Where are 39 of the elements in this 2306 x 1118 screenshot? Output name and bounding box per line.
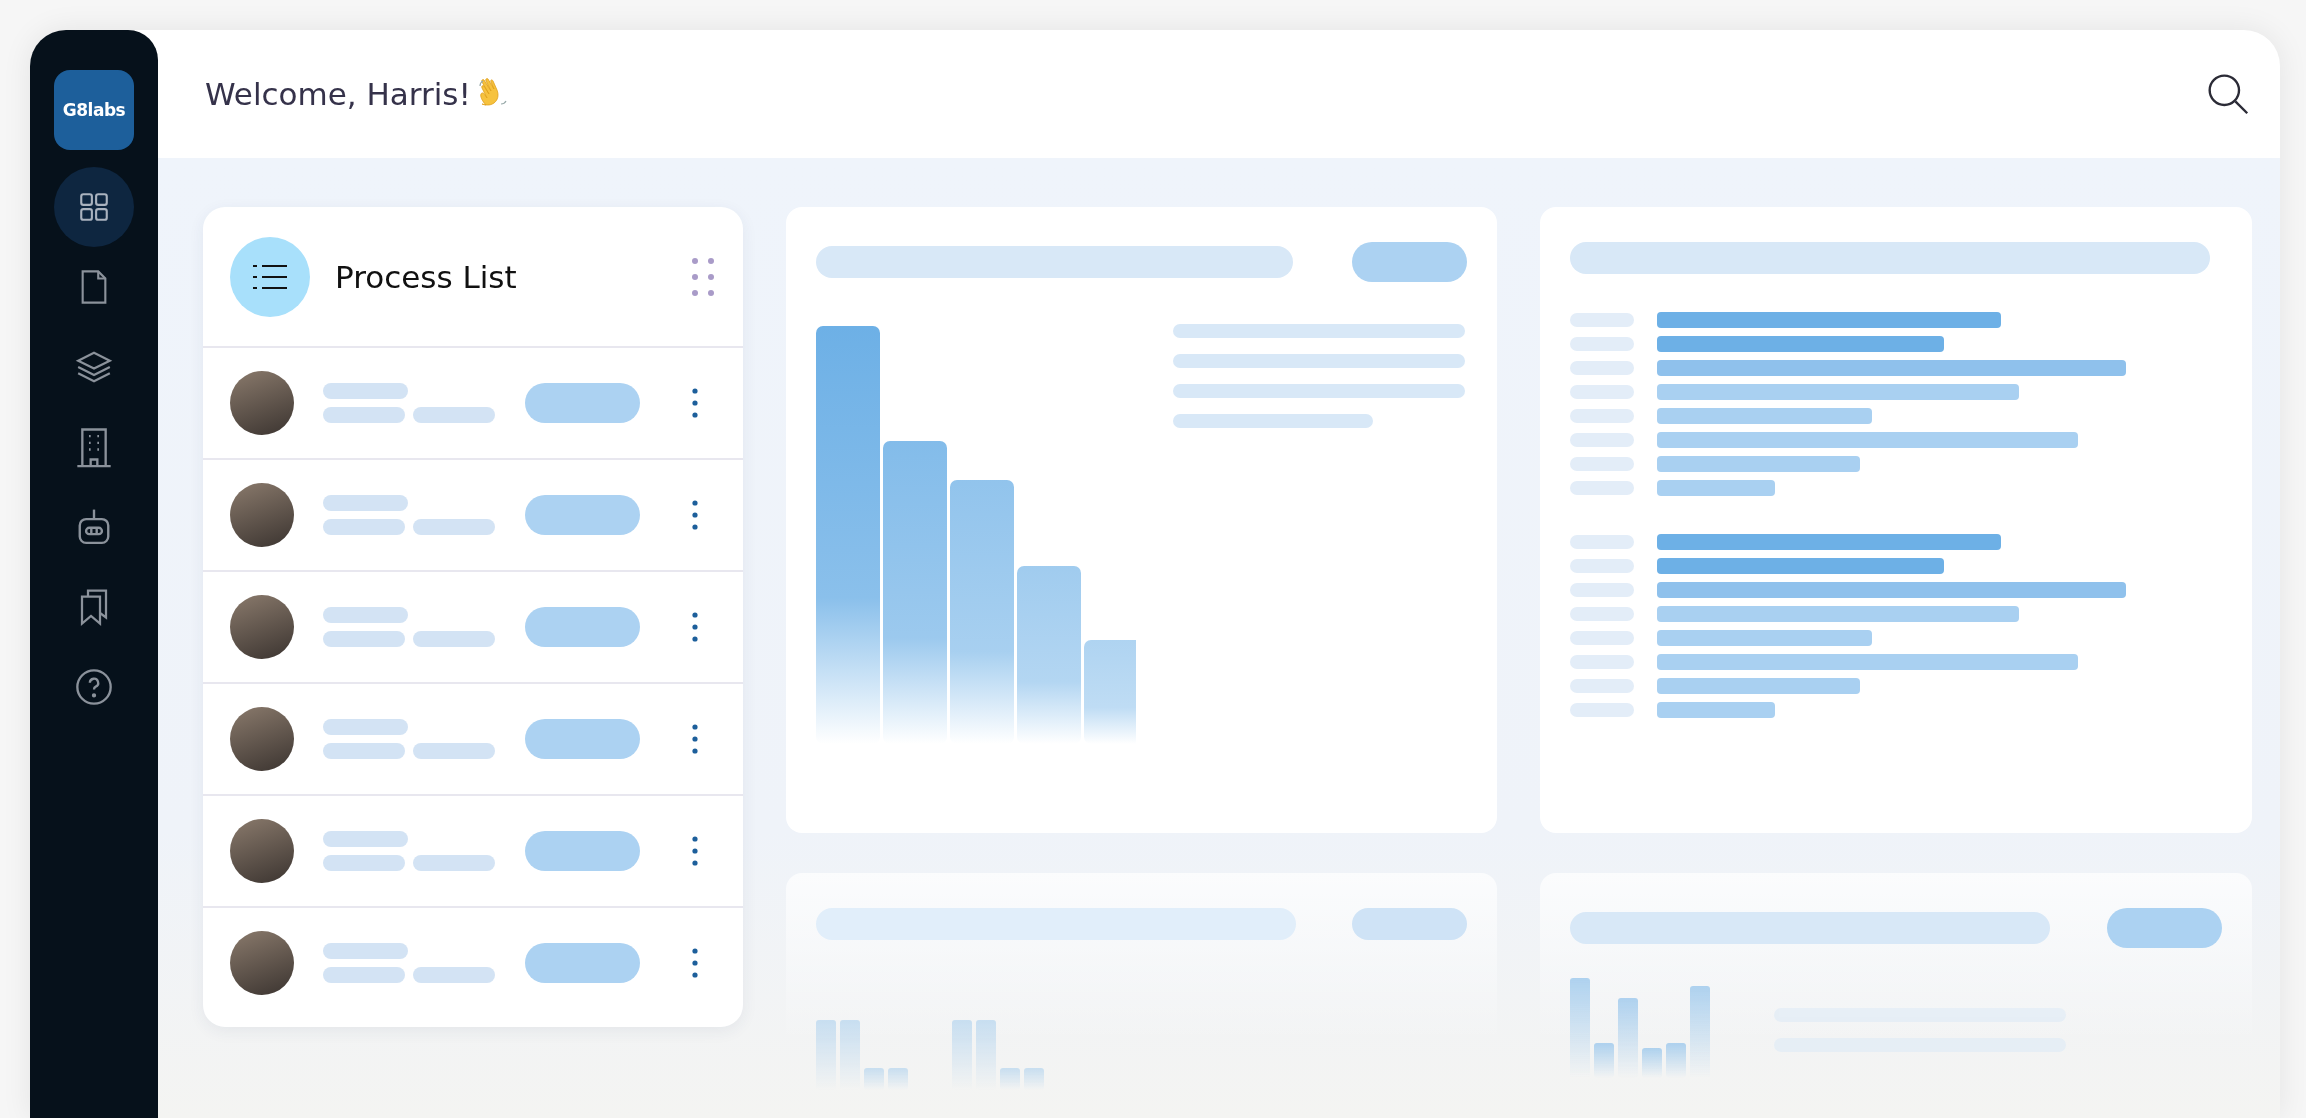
skeleton-bar xyxy=(1570,535,1634,549)
skeleton-bar xyxy=(1570,679,1634,693)
layers-icon xyxy=(75,349,113,385)
skeleton-bar xyxy=(1570,631,1634,645)
skeleton-bar xyxy=(1570,337,1634,351)
skeleton-bar xyxy=(1570,559,1634,573)
logo[interactable]: G8labs xyxy=(54,70,134,150)
kebab-icon xyxy=(692,500,698,530)
skeleton-bar xyxy=(1570,655,1634,669)
bar xyxy=(1666,1043,1686,1078)
skeleton-bar xyxy=(1570,433,1634,447)
skeleton-bar xyxy=(1570,313,1634,327)
skeleton-bar xyxy=(1570,409,1634,423)
help-icon xyxy=(74,667,114,707)
kebab-icon xyxy=(692,948,698,978)
kebab-icon xyxy=(692,388,698,418)
skeleton-bar xyxy=(1570,607,1634,621)
skeleton-bar xyxy=(1570,385,1634,399)
process-list-title: Process List xyxy=(335,258,518,295)
building-icon xyxy=(74,426,114,468)
skeleton-bar xyxy=(1570,703,1634,717)
bar xyxy=(1024,1068,1044,1090)
kebab-icon xyxy=(692,724,698,754)
kebab-icon xyxy=(692,612,698,642)
bar xyxy=(888,1068,908,1090)
list-icon xyxy=(252,262,288,291)
skeleton-bar xyxy=(1570,583,1634,597)
bar xyxy=(1642,1048,1662,1078)
dashboard-icon xyxy=(77,190,111,224)
search-icon[interactable] xyxy=(2206,72,2250,116)
skeleton-bar xyxy=(1570,481,1634,495)
drag-handle-icon[interactable] xyxy=(691,256,715,297)
bar xyxy=(1000,1068,1020,1090)
skeleton-bar xyxy=(1570,457,1634,471)
kebab-icon xyxy=(692,836,698,866)
bar xyxy=(864,1068,884,1090)
welcome-text: Welcome, Harris! xyxy=(205,76,471,112)
bar xyxy=(1594,1043,1614,1078)
skeleton-bar xyxy=(1570,361,1634,375)
